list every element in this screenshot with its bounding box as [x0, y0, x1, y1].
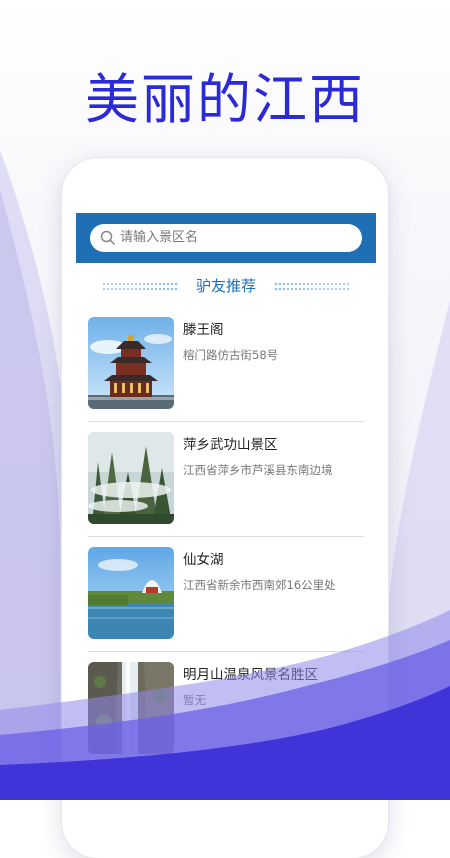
bottom-wave-decoration	[0, 610, 450, 800]
list-item[interactable]: 滕王阁 榕门路仿古街58号	[88, 317, 364, 433]
item-address: 江西省新余市西南郊16公里处	[183, 578, 336, 592]
item-name: 仙女湖	[183, 552, 224, 568]
pavilion-photo	[88, 317, 174, 409]
page-headline: 美丽的江西	[85, 68, 365, 131]
item-name: 滕王阁	[183, 322, 224, 338]
section-title: 驴友推荐	[195, 277, 256, 295]
divider	[88, 421, 364, 422]
dots-decoration-right	[274, 282, 349, 291]
search-icon	[100, 230, 116, 246]
list-item[interactable]: 萍乡武功山景区 江西省萍乡市芦溪县东南边境	[88, 432, 364, 548]
item-address: 江西省萍乡市芦溪县东南边境	[183, 463, 333, 477]
divider	[88, 536, 364, 537]
search-input[interactable]: 请输入景区名	[90, 224, 362, 252]
search-header: 请输入景区名	[76, 213, 376, 263]
dots-decoration-left	[103, 282, 178, 291]
section-header: 驴友推荐	[76, 275, 376, 297]
mountain-peaks-photo	[88, 432, 174, 524]
item-name: 萍乡武功山景区	[183, 437, 278, 453]
item-address: 榕门路仿古街58号	[183, 348, 279, 362]
